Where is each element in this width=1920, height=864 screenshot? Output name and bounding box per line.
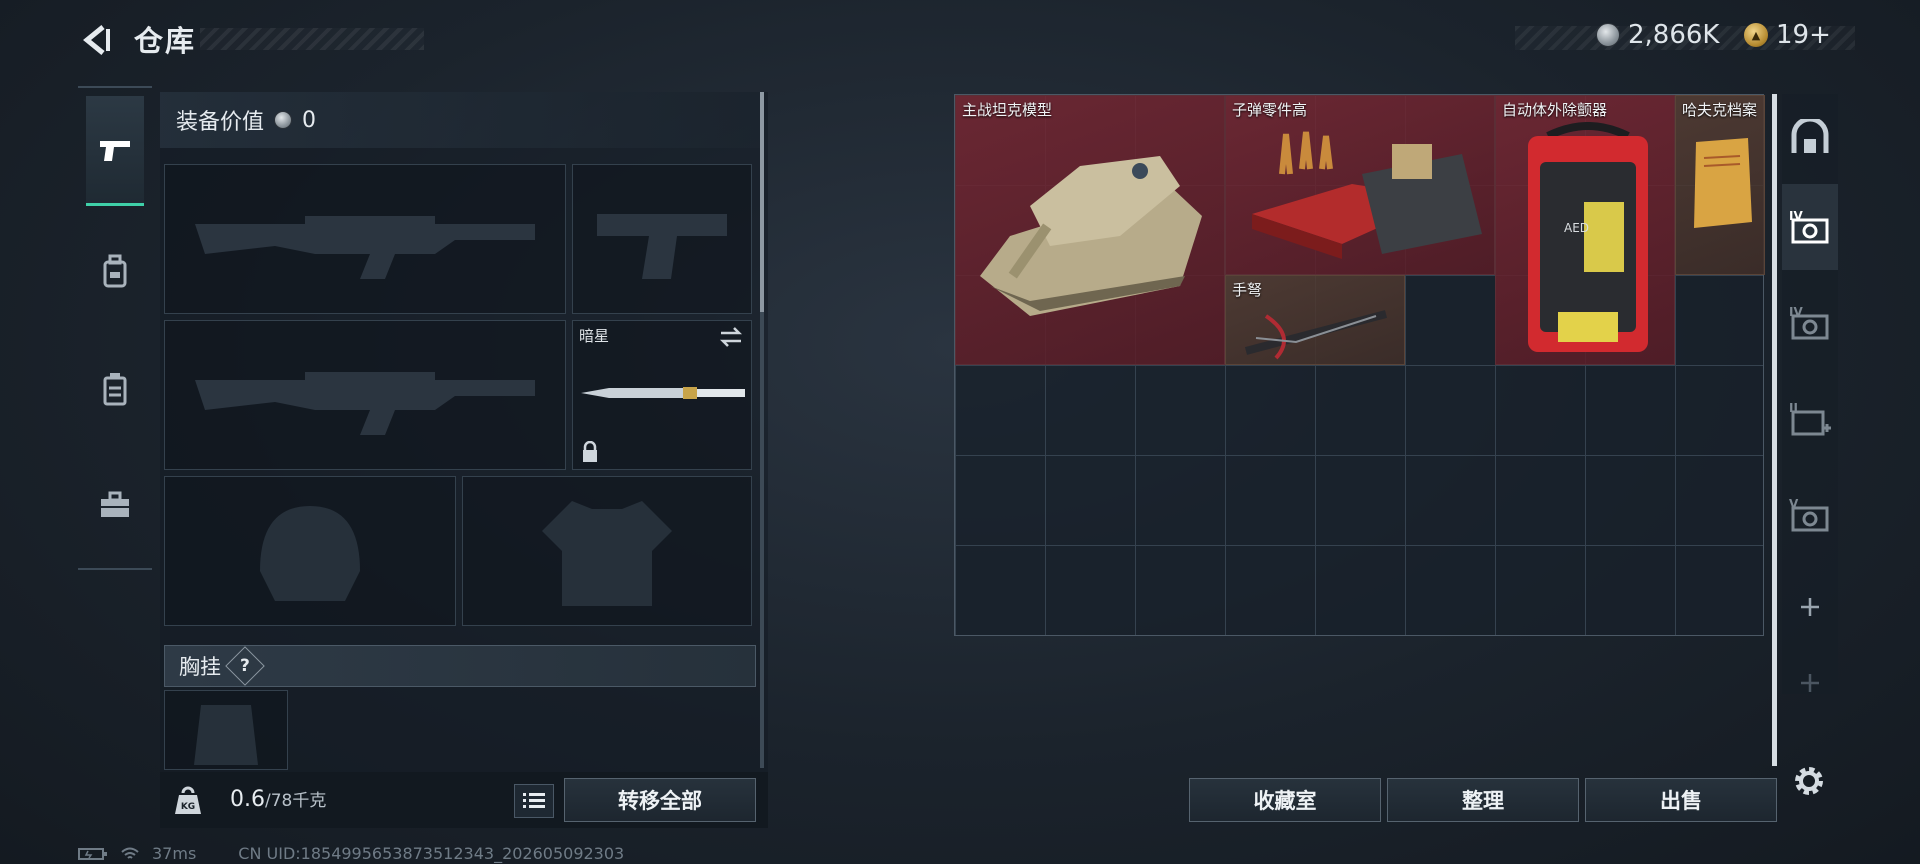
- ping-readout: 37ms: [152, 844, 197, 863]
- stash-item-tank-model[interactable]: 主战坦克模型: [955, 95, 1225, 365]
- document-folder-icon: [1694, 138, 1752, 228]
- stash-item-bullet-parts[interactable]: 子弹零件高: [1225, 95, 1495, 275]
- item-name: 自动体外除颤器: [1502, 101, 1608, 119]
- helmet-slot[interactable]: [164, 476, 456, 626]
- list-view-button[interactable]: [514, 784, 554, 818]
- armor-silhouette-icon: [542, 501, 672, 606]
- weight-current: 0.6: [230, 787, 265, 812]
- vault-icon: [1791, 119, 1829, 153]
- crossbow-icon: [1244, 310, 1388, 360]
- item-name: 子弹零件高: [1232, 101, 1308, 119]
- vest-icon: [103, 373, 127, 406]
- category-rail: [78, 86, 152, 570]
- tab-weapons[interactable]: [86, 96, 144, 206]
- melee-slot-label: 暗星: [579, 327, 610, 345]
- stash-grid[interactable]: 主战坦克模型 子弹零件高 手弩 AED 自动体外除颤器 哈夫克档案: [954, 94, 1765, 636]
- page-title: 仓库: [134, 24, 197, 58]
- lock-icon: [583, 441, 597, 462]
- uid-readout: CN UID:1854995653873512343_202605092303: [238, 844, 625, 863]
- pistol-silhouette-icon: [597, 214, 727, 279]
- status-bar: 37ms CN UID:1854995653873512343_20260509…: [78, 844, 624, 863]
- safe-box-icon: IV: [1789, 209, 1829, 244]
- tab-backpack[interactable]: [86, 216, 144, 326]
- sell-button[interactable]: 出售: [1585, 778, 1777, 822]
- medical-box-icon: II: [1789, 401, 1831, 436]
- title-decoration: [200, 28, 424, 50]
- loadout-scrollbar[interactable]: [760, 92, 764, 768]
- equipment-value-amount: 0: [302, 107, 317, 133]
- stash-scrollbar[interactable]: [1772, 94, 1777, 766]
- stash-item-haavk-archive[interactable]: 哈夫克档案: [1675, 95, 1765, 275]
- rifle-silhouette-icon: [195, 372, 535, 435]
- loadout-panel: 装备价值 0 暗星 胸挂 ?: [160, 92, 768, 828]
- weight-icon: KG: [170, 782, 206, 818]
- primary-weapon-slot[interactable]: [164, 164, 566, 314]
- list-icon: [523, 793, 545, 808]
- gear-icon: [1795, 767, 1823, 795]
- safe-box-icon: IV: [1789, 305, 1829, 340]
- safe-box-icon: V: [1789, 497, 1829, 532]
- add-stash-page-button-disabled: [1782, 640, 1838, 726]
- gold-amount: 19+: [1776, 20, 1831, 50]
- stash-page-home[interactable]: [1782, 94, 1838, 180]
- tab-case[interactable]: [86, 450, 144, 560]
- stash-page-4[interactable]: IV: [1782, 184, 1838, 270]
- battery-icon: [78, 847, 107, 860]
- svg-text:AED: AED: [1564, 221, 1589, 235]
- secondary-weapon-slot[interactable]: [164, 320, 566, 470]
- gold-currency[interactable]: ▲ 19+: [1744, 20, 1831, 50]
- silver-amount: 2,866K: [1628, 20, 1720, 50]
- silver-coin-icon: [1596, 23, 1620, 47]
- equipment-value-label: 装备价值: [176, 110, 265, 135]
- stash-page-2[interactable]: II: [1782, 376, 1838, 462]
- chest-rig-header: 胸挂 ?: [164, 645, 756, 687]
- plus-icon: [1801, 598, 1819, 616]
- ammo-crate-icon: [1252, 131, 1482, 259]
- weight-readout: 0.6/78千克: [230, 786, 326, 812]
- add-stash-page-button[interactable]: [1782, 564, 1838, 650]
- silver-currency[interactable]: 2,866K: [1596, 20, 1719, 50]
- chest-rig-silhouette-icon: [194, 705, 258, 765]
- knife-icon: [581, 387, 745, 399]
- stash-pages-rail: IV IV II V: [1782, 94, 1838, 694]
- pistol-icon: [100, 140, 130, 161]
- defibrillator-icon: AED: [1528, 122, 1648, 352]
- collection-room-button[interactable]: 收藏室: [1189, 778, 1381, 822]
- pistol-slot[interactable]: [572, 164, 752, 314]
- stash-item-crossbow[interactable]: 手弩: [1225, 275, 1405, 365]
- silver-coin-icon: [274, 111, 293, 129]
- rifle-silhouette-icon: [195, 216, 535, 279]
- weight-bar: KG 0.6/78千克 转移全部: [160, 772, 768, 828]
- item-name: 主战坦克模型: [962, 101, 1053, 119]
- organize-button[interactable]: 整理: [1387, 778, 1579, 822]
- stash-page-4b[interactable]: IV: [1782, 280, 1838, 366]
- weight-capacity: /78千克: [265, 791, 327, 811]
- briefcase-icon: [101, 491, 129, 517]
- chest-rig-label: 胸挂: [179, 655, 221, 679]
- settings-button[interactable]: [1790, 762, 1828, 804]
- back-arrow-icon: [83, 25, 110, 55]
- back-button[interactable]: [78, 20, 114, 60]
- svg-text:KG: KG: [181, 802, 195, 812]
- armor-slot[interactable]: [462, 476, 752, 626]
- swap-icon[interactable]: [719, 327, 743, 347]
- plus-icon: [1801, 674, 1819, 692]
- stash-page-5[interactable]: V: [1782, 472, 1838, 558]
- helmet-silhouette-icon: [260, 506, 360, 601]
- chest-rig-slot[interactable]: [164, 690, 288, 770]
- transfer-all-button[interactable]: 转移全部: [564, 778, 756, 822]
- wifi-icon: [121, 847, 139, 859]
- gold-coin-icon: ▲: [1744, 23, 1768, 47]
- item-name: 哈夫克档案: [1682, 101, 1758, 119]
- melee-slot[interactable]: 暗星: [572, 320, 752, 470]
- backpack-icon: [103, 254, 127, 288]
- help-icon[interactable]: ?: [225, 646, 265, 686]
- equipment-value: 装备价值 0: [160, 92, 760, 148]
- tank-icon: [980, 156, 1202, 316]
- tab-vest[interactable]: [86, 334, 144, 444]
- item-name: 手弩: [1232, 281, 1263, 299]
- stash-item-aed[interactable]: AED 自动体外除颤器: [1495, 95, 1675, 365]
